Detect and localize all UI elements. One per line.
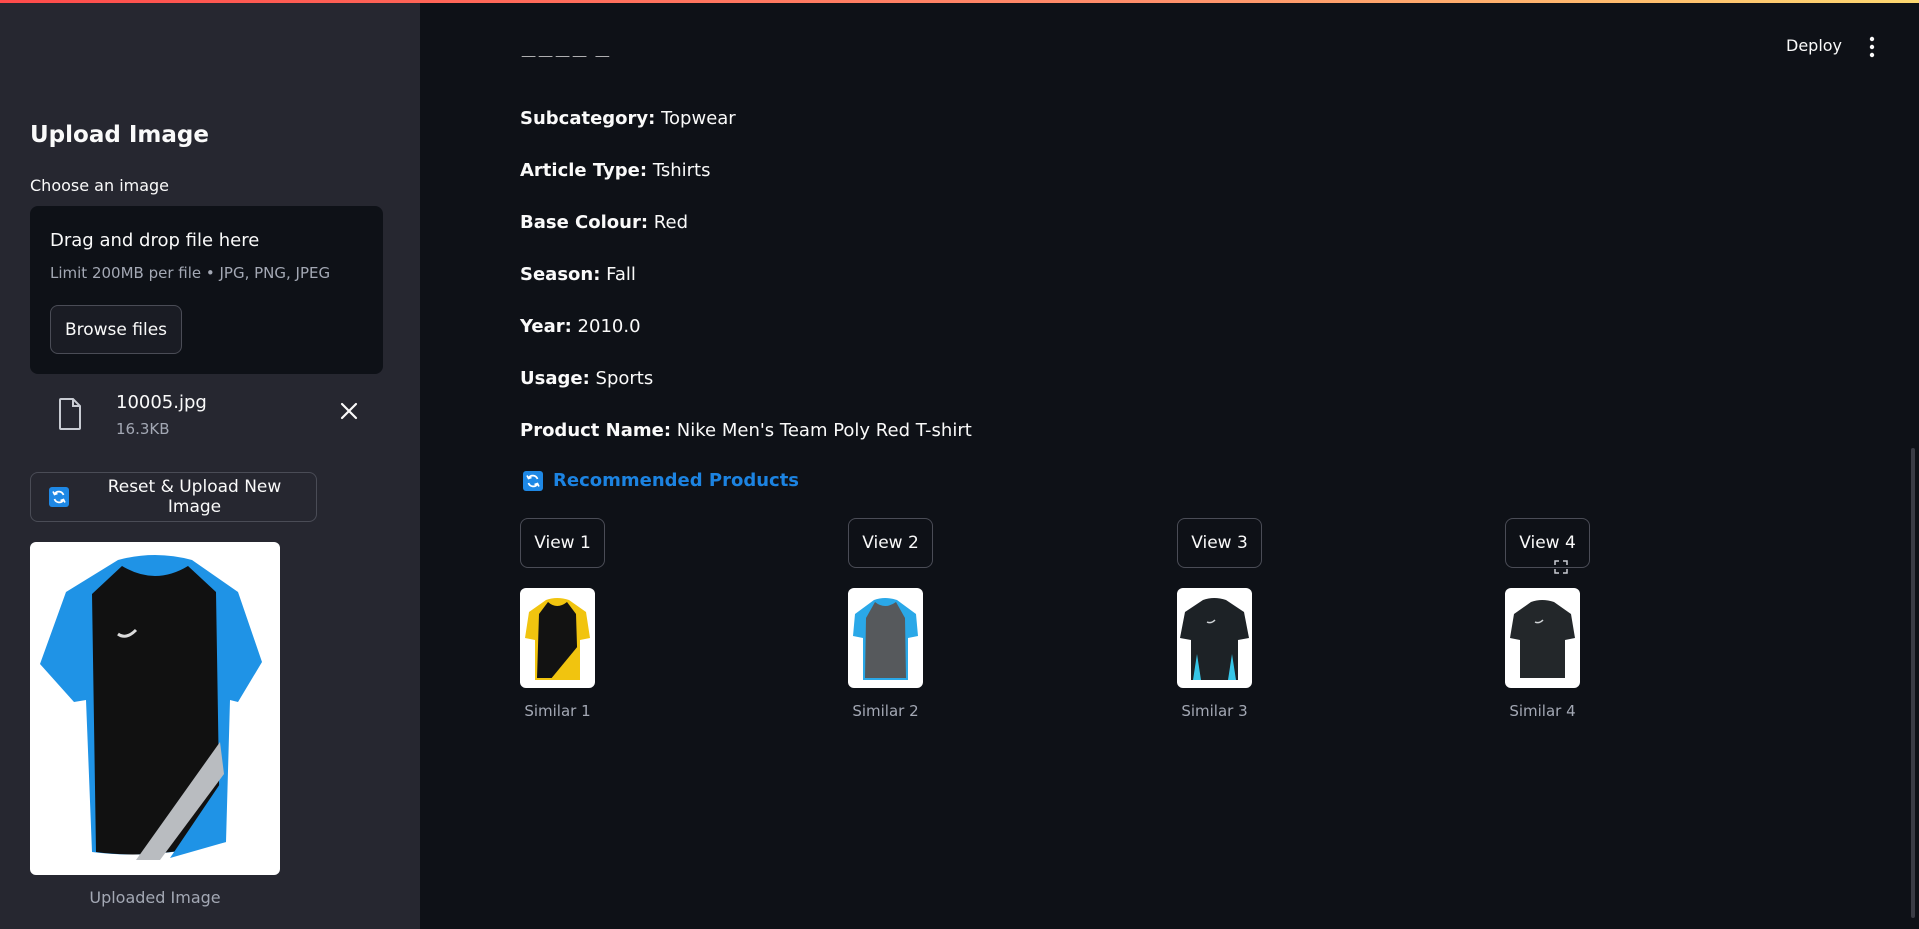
dropzone-title: Drag and drop file here xyxy=(50,230,260,251)
field-year: Year: 2010.0 xyxy=(520,316,641,337)
similar-4-caption: Similar 4 xyxy=(1509,702,1576,720)
uploaded-file-row: 10005.jpg 16.3KB xyxy=(30,390,383,440)
field-label: Product Name: xyxy=(520,420,672,441)
similar-1-caption: Similar 1 xyxy=(524,702,591,720)
field-label: Usage: xyxy=(520,368,590,389)
view-3-button[interactable]: View 3 xyxy=(1177,518,1262,568)
file-dropzone[interactable]: Drag and drop file here Limit 200MB per … xyxy=(30,206,383,374)
field-usage: Usage: Sports xyxy=(520,368,653,389)
view-2-button[interactable]: View 2 xyxy=(848,518,933,568)
refresh-icon xyxy=(49,487,69,507)
sidebar: Upload Image Choose an image Drag and dr… xyxy=(0,0,420,929)
field-value: Red xyxy=(653,212,688,233)
file-name: 10005.jpg xyxy=(116,392,207,413)
field-season: Season: Fall xyxy=(520,264,636,285)
field-label: Season: xyxy=(520,264,601,285)
field-label: Base Colour: xyxy=(520,212,649,233)
field-value: Tshirts xyxy=(652,160,711,181)
field-value: Sports xyxy=(595,368,654,389)
recommended-heading-text: Recommended Products xyxy=(553,470,800,491)
uploader-label: Choose an image xyxy=(30,176,170,195)
file-size: 16.3KB xyxy=(116,420,170,438)
dropzone-limit: Limit 200MB per file • JPG, PNG, JPEG xyxy=(50,264,331,282)
field-value: Topwear xyxy=(661,108,736,129)
field-value: Fall xyxy=(606,264,636,285)
field-label: Year: xyxy=(520,316,572,337)
reset-upload-button[interactable]: Reset & Upload New Image xyxy=(30,472,317,522)
close-icon[interactable] xyxy=(338,400,360,422)
sidebar-title: Upload Image xyxy=(30,122,209,148)
browse-files-button[interactable]: Browse files xyxy=(50,305,182,354)
field-label: Article Type: xyxy=(520,160,648,181)
similar-3-caption: Similar 3 xyxy=(1181,702,1248,720)
similar-1-image xyxy=(520,588,595,688)
refresh-icon xyxy=(523,470,543,491)
field-product-name: Product Name: Nike Men's Team Poly Red T… xyxy=(520,420,972,441)
fullscreen-icon[interactable] xyxy=(1554,560,1568,574)
field-article-type: Article Type: Tshirts xyxy=(520,160,710,181)
similar-4-image xyxy=(1505,588,1580,688)
field-value: 2010.0 xyxy=(577,316,641,337)
main-content: ▬▬▬▬ ▬ Subcategory: Topwear Article Type… xyxy=(420,0,1919,929)
field-base-colour: Base Colour: Red xyxy=(520,212,688,233)
uploaded-image-caption: Uploaded Image xyxy=(89,888,221,907)
field-label: Subcategory: xyxy=(520,108,656,129)
recommended-heading: Recommended Products xyxy=(523,470,799,491)
field-value: Nike Men's Team Poly Red T-shirt xyxy=(676,420,972,441)
scrolled-off-field: ▬▬▬▬ ▬ xyxy=(520,56,611,68)
similar-2-image xyxy=(848,588,923,688)
main-scrollbar[interactable] xyxy=(1911,448,1915,918)
uploaded-image xyxy=(30,542,280,875)
similar-3-image xyxy=(1177,588,1252,688)
similar-2-caption: Similar 2 xyxy=(852,702,919,720)
field-subcategory: Subcategory: Topwear xyxy=(520,108,736,129)
reset-upload-label: Reset & Upload New Image xyxy=(107,477,282,517)
view-1-button[interactable]: View 1 xyxy=(520,518,605,568)
file-icon xyxy=(59,398,81,430)
view-4-button[interactable]: View 4 xyxy=(1505,518,1590,568)
top-accent-bar xyxy=(0,0,1919,3)
